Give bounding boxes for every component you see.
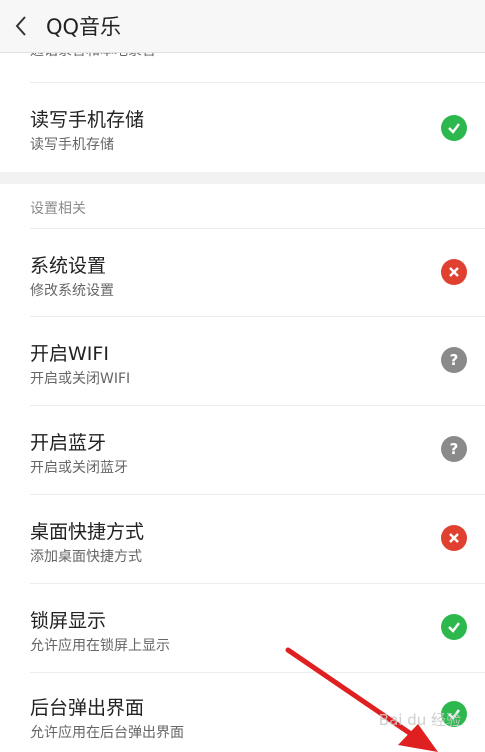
check-icon[interactable] [441, 614, 467, 640]
permission-subtitle: 允许应用在锁屏上显示 [30, 638, 170, 654]
permission-row-system-settings[interactable]: 系统设置 修改系统设置 [0, 229, 485, 316]
permission-title: 后台弹出界面 [30, 697, 145, 719]
permission-subtitle: 读写手机存储 [30, 137, 114, 153]
storage-permission-card: 通话录音和本地录音 读写手机存储 读写手机存储 [0, 52, 485, 172]
cross-icon[interactable] [441, 525, 467, 551]
settings-section: 设置相关 系统设置 修改系统设置 开启WIFI 开启或关闭WIFI ? 开启蓝牙… [0, 184, 485, 752]
permission-subtitle: 允许应用在后台弹出界面 [30, 725, 184, 741]
permission-subtitle: 开启或关闭蓝牙 [30, 460, 128, 476]
permission-title: 系统设置 [30, 255, 107, 277]
clipped-subtitle: 通话录音和本地录音 [30, 52, 156, 60]
question-icon[interactable]: ? [441, 347, 467, 373]
permission-subtitle: 开启或关闭WIFI [30, 371, 131, 387]
back-button[interactable] [0, 0, 42, 52]
chevron-left-icon [15, 16, 26, 36]
permission-row-bluetooth[interactable]: 开启蓝牙 开启或关闭蓝牙 ? [0, 406, 485, 494]
permission-subtitle: 添加桌面快捷方式 [30, 549, 142, 565]
permission-row-wifi[interactable]: 开启WIFI 开启或关闭WIFI ? [0, 317, 485, 405]
permission-title: 开启WIFI [30, 343, 109, 365]
cross-icon[interactable] [441, 259, 467, 285]
section-label: 设置相关 [30, 201, 86, 217]
check-icon[interactable] [441, 115, 467, 141]
permission-title: 桌面快捷方式 [30, 521, 145, 543]
permission-row-lockscreen[interactable]: 锁屏显示 允许应用在锁屏上显示 [0, 584, 485, 672]
permission-title: 读写手机存储 [30, 109, 145, 131]
permission-row-storage[interactable]: 读写手机存储 读写手机存储 [0, 83, 485, 172]
permission-title: 开启蓝牙 [30, 432, 107, 454]
app-header: QQ音乐 [0, 0, 485, 53]
watermark: Bai du 经验 [378, 711, 461, 729]
page-title: QQ音乐 [46, 15, 122, 39]
question-icon[interactable]: ? [441, 436, 467, 462]
permission-subtitle: 修改系统设置 [30, 283, 114, 299]
permission-row-desktop-shortcut[interactable]: 桌面快捷方式 添加桌面快捷方式 [0, 495, 485, 583]
permission-title: 锁屏显示 [30, 610, 107, 632]
